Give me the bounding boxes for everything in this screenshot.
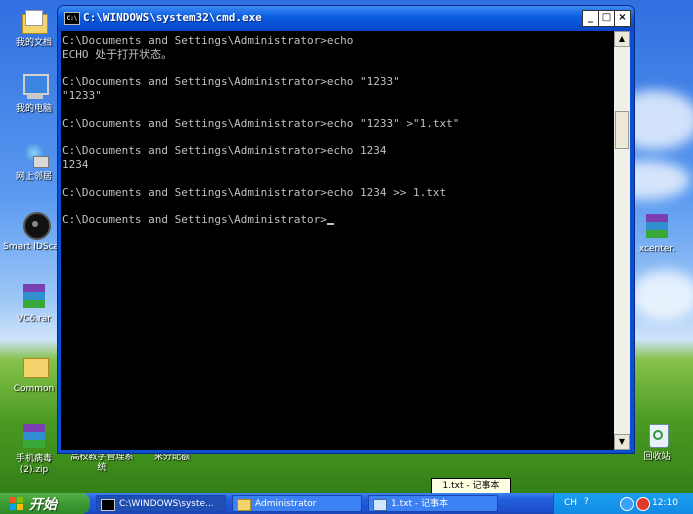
windows-logo-icon [10, 497, 23, 510]
console-line: C:\Documents and Settings\Administrator>… [62, 34, 354, 47]
console-output[interactable]: C:\Documents and Settings\Administrator>… [61, 31, 614, 450]
window-title: C:\WINDOWS\system32\cmd.exe [83, 11, 262, 24]
recycle-bin-icon[interactable]: 回收站 [625, 420, 689, 463]
clock: 12:10 [652, 498, 678, 508]
console-line: ECHO 处于打开状态。 [62, 47, 173, 61]
task-label: 1.txt - 记事本 [391, 499, 448, 509]
console-line: C:\Documents and Settings\Administrator> [62, 213, 614, 227]
score-export-icon[interactable]: 采分配额 [140, 452, 204, 463]
console-line: C:\Documents and Settings\Administrator>… [62, 144, 387, 158]
antivirus-icon[interactable] [620, 497, 634, 511]
taskbar-item-folder[interactable]: Administrator [232, 495, 362, 512]
taskbar: 开始 C:\WINDOWS\syste... Administrator 1.t… [0, 493, 693, 514]
my-documents-icon[interactable]: 我的文档 [2, 6, 66, 49]
scroll-down-button[interactable]: ▼ [614, 434, 630, 450]
scroll-up-button[interactable]: ▲ [614, 31, 630, 47]
maximize-button[interactable]: □ [598, 10, 615, 27]
start-button[interactable]: 开始 [0, 493, 90, 514]
icon-label: VC6.rar [17, 314, 51, 324]
icon-label: Common [13, 384, 55, 394]
icon-label: 采分配额 [153, 452, 190, 462]
folder-icon [19, 6, 49, 36]
system-tray: CH ? 12:10 [553, 493, 693, 514]
common-folder-icon[interactable]: Common [2, 352, 66, 395]
task-label: C:\WINDOWS\syste... [119, 499, 214, 509]
task-label: Administrator [255, 499, 317, 509]
network-icon [19, 140, 49, 170]
my-computer-icon[interactable]: 我的电脑 [2, 72, 66, 115]
phone-virus-zip-icon[interactable]: 手机病毒(2).zip [2, 422, 66, 476]
icon-label: xcenter. [638, 244, 676, 254]
console-line: "1233" [62, 89, 102, 103]
console-line: 1234 [62, 158, 89, 172]
cmd-icon [101, 499, 115, 511]
teaching-system-icon[interactable]: 高校教学管理系统 [70, 452, 134, 474]
vertical-scrollbar[interactable]: ▲ ▼ [614, 31, 630, 450]
vc6-rar-icon[interactable]: VC6.rar [2, 282, 66, 325]
console-line: C:\Documents and Settings\Administrator>… [62, 185, 447, 199]
icon-label: Smart IDScan [3, 242, 65, 252]
notepad-icon [373, 499, 387, 511]
start-label: 开始 [29, 497, 57, 513]
cmd-titlebar[interactable]: C:\ C:\WINDOWS\system32\cmd.exe _ □ × [58, 6, 634, 31]
disc-icon [19, 210, 51, 240]
icon-label: 我的文档 [15, 38, 52, 48]
archive-icon [19, 282, 49, 312]
xcenter-icon[interactable]: xcenter. [625, 212, 689, 255]
cmd-icon: C:\ [64, 12, 80, 25]
icon-label: 网上邻居 [15, 172, 52, 182]
icon-label: 手机病毒(2).zip [15, 454, 52, 475]
close-button[interactable]: × [614, 10, 631, 27]
recycle-bin-glyph-icon [642, 420, 672, 450]
cmd-window[interactable]: C:\ C:\WINDOWS\system32\cmd.exe _ □ × C:… [58, 6, 634, 453]
network-places-icon[interactable]: 网上邻居 [2, 140, 66, 183]
folder-icon [19, 352, 49, 382]
folder-icon [237, 499, 251, 511]
console-line: C:\Documents and Settings\Administrator>… [62, 75, 400, 89]
console-line: C:\Documents and Settings\Administrator>… [62, 116, 460, 130]
taskbar-tooltip: 1.txt - 记事本 [431, 478, 511, 494]
taskbar-item-notepad[interactable]: 1.txt - 记事本 [368, 495, 498, 512]
icon-label: 我的电脑 [15, 104, 52, 114]
icon-label: 回收站 [643, 452, 671, 462]
archive-icon [642, 212, 672, 242]
icon-label: 高校教学管理系统 [70, 452, 134, 473]
text-cursor [326, 223, 334, 226]
security-alert-icon[interactable] [636, 497, 650, 511]
help-icon[interactable]: ? [584, 497, 594, 507]
archive-icon [19, 422, 49, 452]
smart-idscan-icon[interactable]: Smart IDScan [2, 210, 66, 253]
minimize-button[interactable]: _ [582, 10, 599, 27]
language-indicator[interactable]: CH [564, 498, 577, 508]
scroll-thumb[interactable] [615, 111, 629, 149]
taskbar-item-cmd[interactable]: C:\WINDOWS\syste... [96, 495, 226, 512]
computer-icon [19, 72, 49, 102]
